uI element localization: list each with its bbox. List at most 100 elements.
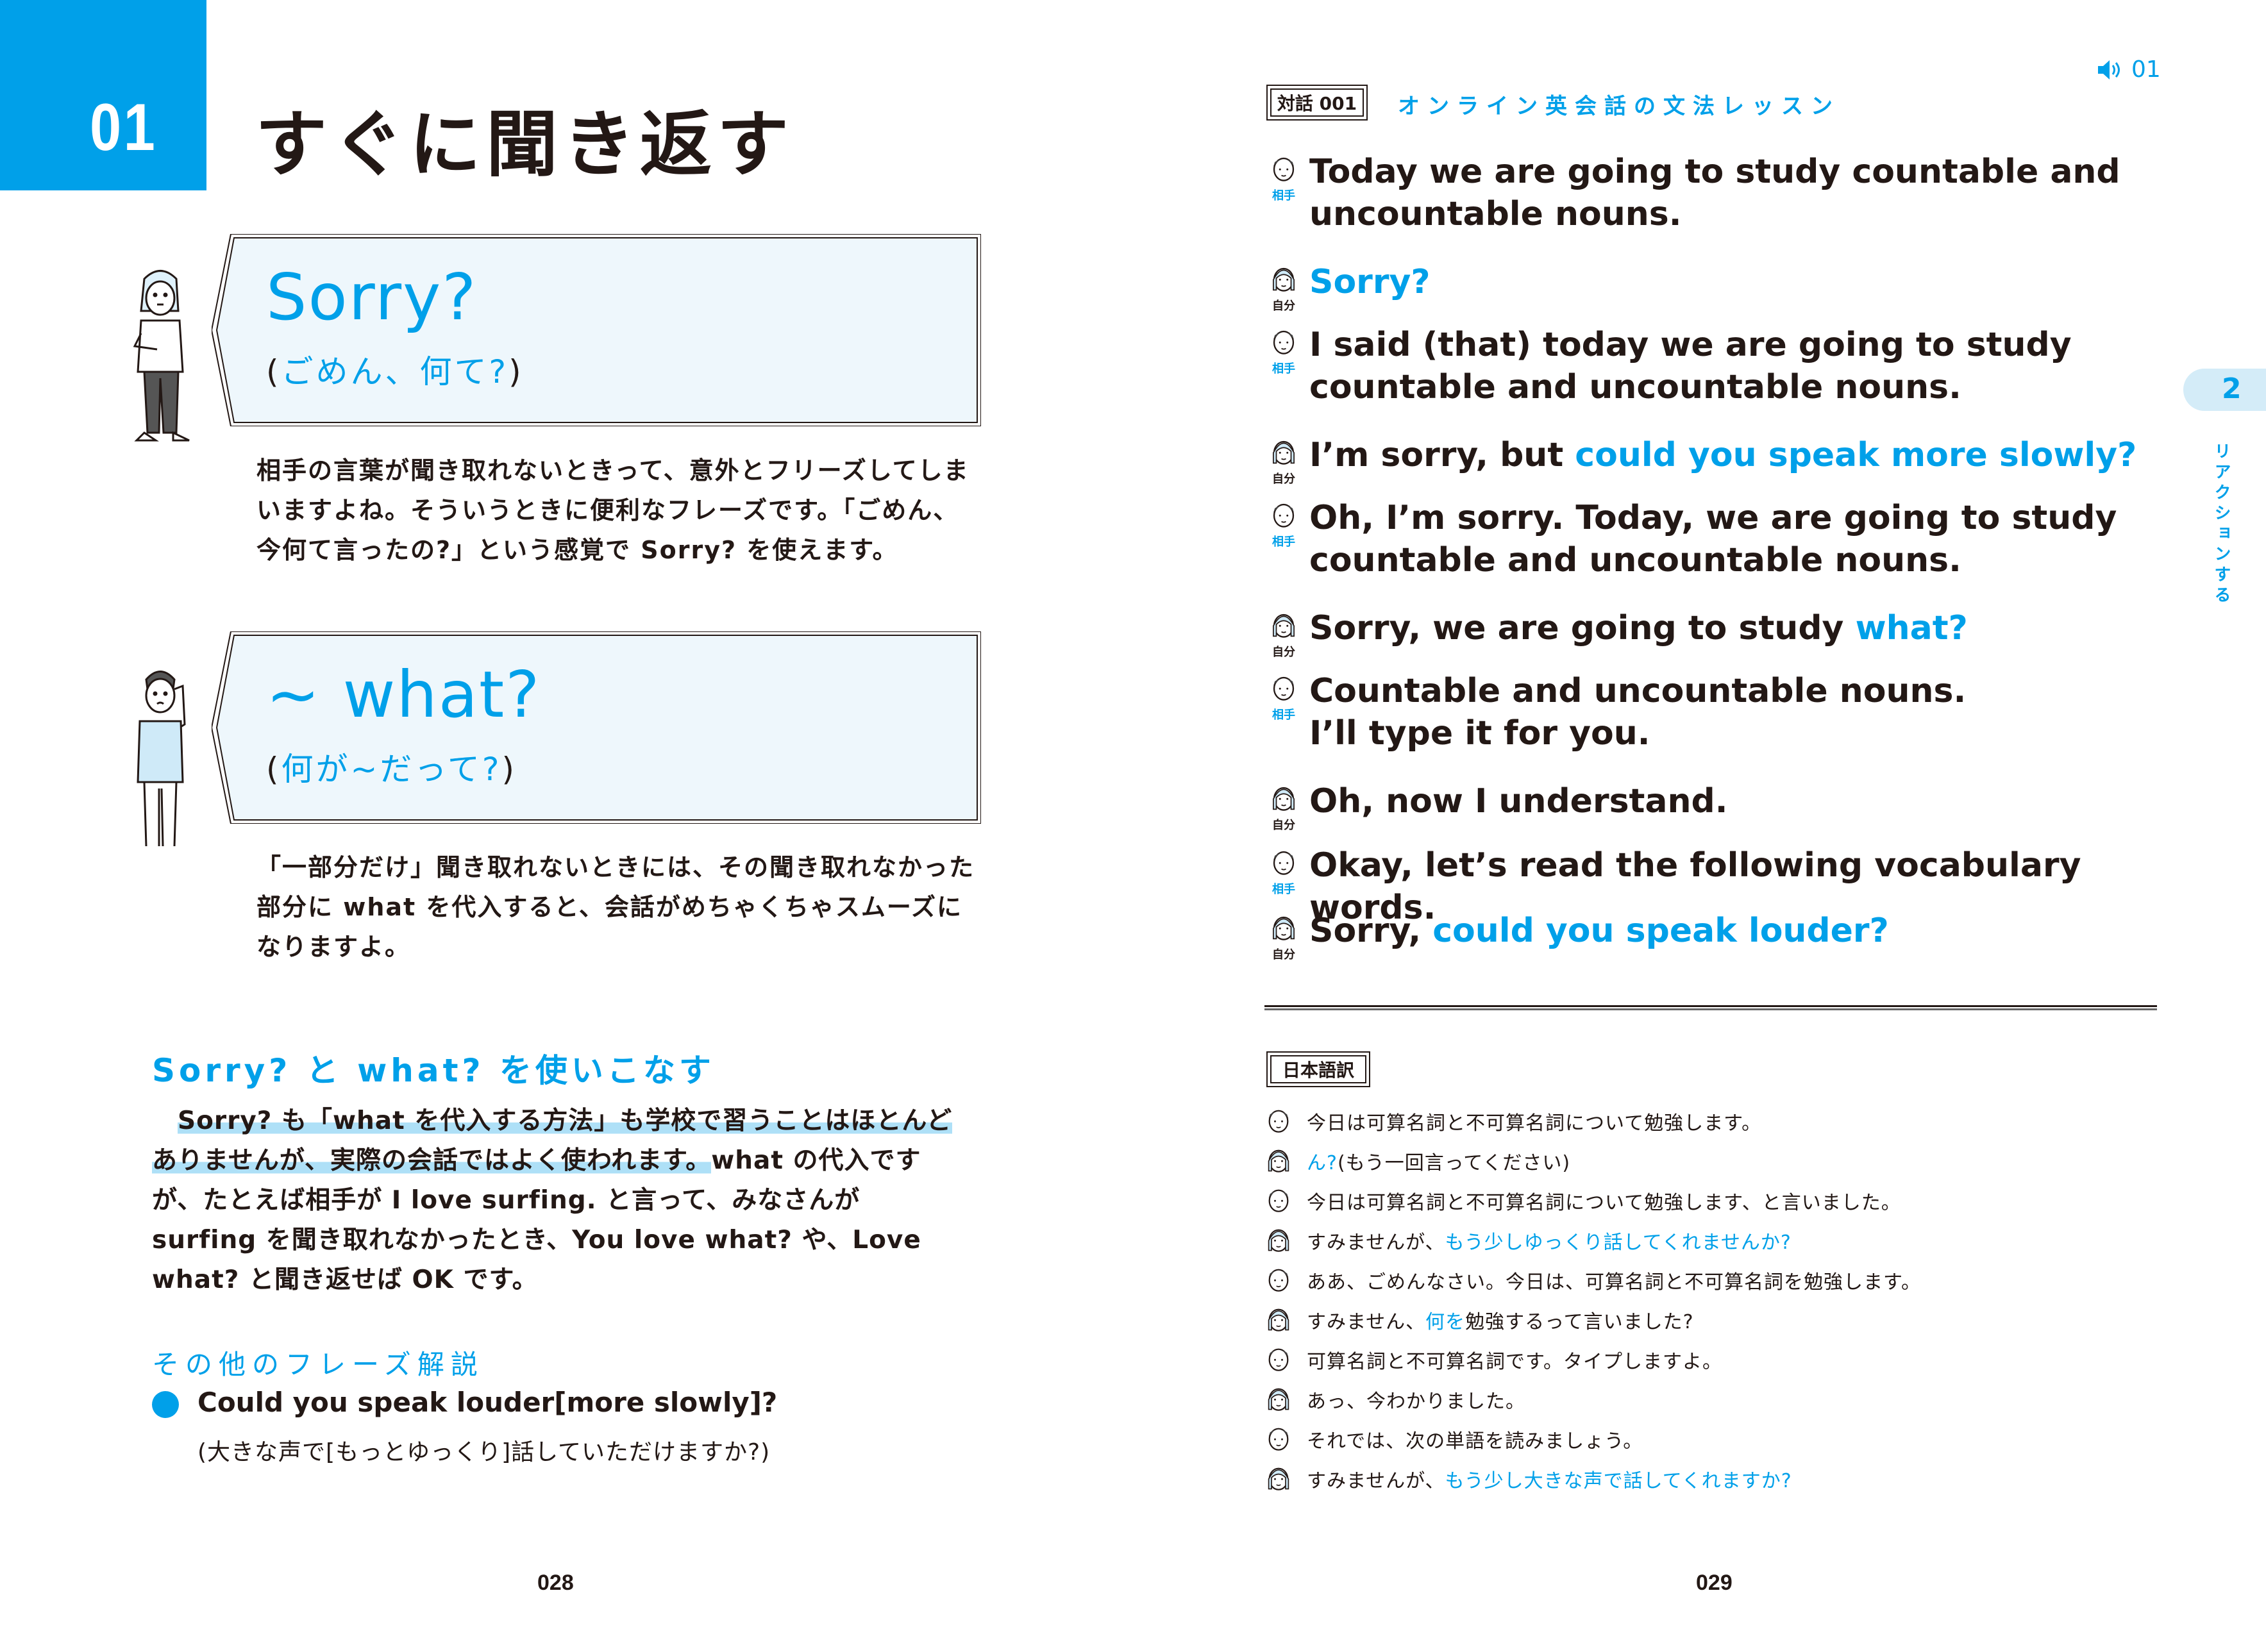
dialog-key-phrase: Sorry? (1309, 263, 1431, 301)
translation-line: 今日は可算名詞と不可算名詞について勉強します、と言いました。 (1264, 1183, 1901, 1218)
translation-plain: (もう一回言ってください) (1337, 1152, 1571, 1174)
phrase-gloss: (ごめん、何て?) (266, 346, 524, 392)
bullet-dot-icon (152, 1391, 179, 1418)
partner-face-icon (1264, 1106, 1293, 1137)
translation-key-phrase: 何を (1425, 1311, 1466, 1333)
partner-face-icon (1264, 1185, 1293, 1216)
partner-face-icon (1269, 847, 1298, 879)
chapter-tab[interactable]: 2 (2183, 369, 2266, 411)
dialog-text: I’m sorry, but could you speak more slow… (1309, 434, 2194, 476)
section-heading: Sorry? と what? を使いこなす (152, 1052, 715, 1089)
dialog-key-phrase: could you speak louder? (1432, 912, 1889, 950)
translation-key-phrase: もう少しゆっくり話してくれませんか? (1445, 1231, 1792, 1254)
partner-avatar: 相手 (1264, 326, 1303, 376)
dialog-text: Sorry, we are going to study what? (1309, 607, 2194, 649)
page-number-left: 028 (537, 1571, 574, 1595)
translation-tag: 日本語訳 (1266, 1051, 1370, 1087)
section-body: Sorry? も「what を代入する方法」も学校で習うことはほとんどありません… (152, 1101, 966, 1300)
dialog-plain: Countable and uncountable nouns. I’ll ty… (1309, 672, 1967, 753)
gloss-text: 何が~だって? (281, 751, 502, 788)
dialog-line: 自分 Sorry? (1264, 261, 2194, 313)
translation-plain: 勉強するって言いました? (1465, 1311, 1694, 1333)
translation-plain: 今日は可算名詞と不可算名詞について勉強します、と言いました。 (1307, 1192, 1901, 1214)
dialog-text: Sorry? (1309, 261, 2194, 303)
dialog-plain: Sorry, (1309, 912, 1433, 950)
dialog-plain: I said (that) today we are going to stud… (1309, 326, 2072, 406)
audio-track[interactable]: 01 (2097, 56, 2161, 83)
self-face-icon (1264, 1146, 1293, 1176)
translation-plain: すみませんが、 (1307, 1470, 1445, 1492)
dialog-plain: Oh, I’m sorry. Today, we are going to st… (1309, 499, 2117, 580)
partner-face-icon (1269, 326, 1298, 358)
gloss-close-paren: ) (508, 353, 524, 390)
dialog-key-phrase: what? (1855, 609, 1968, 647)
gloss-open-paren: ( (266, 751, 281, 788)
self-avatar: 自分 (1264, 912, 1303, 962)
gloss-close-paren: ) (501, 751, 517, 788)
self-avatar: 自分 (1264, 783, 1303, 833)
speaker-role: 相手 (1272, 708, 1295, 722)
phrase-card-sorry: Sorry? (ごめん、何て?) (212, 234, 981, 426)
woman-thinking-icon (122, 263, 199, 449)
translation-line: それでは、次の単語を読みましょう。 (1264, 1422, 1643, 1456)
translation-plain: すみませんが、 (1307, 1231, 1445, 1254)
section-divider (1264, 1005, 2157, 1010)
partner-avatar: 相手 (1264, 847, 1303, 897)
speaker-role: 自分 (1272, 472, 1295, 486)
self-face-icon (1264, 1225, 1293, 1256)
partner-face-icon (1269, 499, 1298, 531)
self-face-icon (1264, 1464, 1293, 1494)
speaker-role: 自分 (1272, 948, 1295, 962)
lesson-number: 01 (90, 90, 158, 165)
self-avatar: 自分 (1264, 610, 1303, 660)
partner-avatar: 相手 (1264, 672, 1303, 722)
self-face-icon (1269, 912, 1298, 944)
dialog-text: Countable and uncountable nouns. I’ll ty… (1309, 670, 2194, 755)
translation-line: 可算名詞と不可算名詞です。タイプしますよ。 (1264, 1342, 1722, 1377)
lesson-number-block: 01 (0, 0, 206, 190)
dialog-text: Today we are going to study countable an… (1309, 151, 2194, 235)
translation-text: ああ、ごめんなさい。今日は、可算名詞と不可算名詞を勉強します。 (1307, 1266, 1921, 1294)
translation-line: すみませんが、もう少しゆっくり話してくれませんか? (1264, 1223, 1792, 1258)
translation-text: すみません、何を勉強するって言いました? (1307, 1306, 1694, 1334)
translation-plain: 今日は可算名詞と不可算名詞について勉強します。 (1307, 1112, 1762, 1135)
partner-avatar: 相手 (1264, 499, 1303, 549)
translation-plain: それでは、次の単語を読みましょう。 (1307, 1430, 1643, 1453)
self-avatar: 自分 (1264, 437, 1303, 487)
translation-key-phrase: もう少し大きな声で話してくれますか? (1445, 1470, 1792, 1492)
partner-face-icon (1269, 672, 1298, 705)
self-face-icon (1264, 1384, 1293, 1415)
dialog-text: Oh, now I understand. (1309, 780, 2194, 822)
dialog-plain: Sorry, we are going to study (1309, 609, 1856, 647)
dialog-tag: 対話 001 (1266, 85, 1368, 121)
translation-plain: ああ、ごめんなさい。今日は、可算名詞と不可算名詞を勉強します。 (1307, 1271, 1921, 1294)
translation-text: すみませんが、もう少し大きな声で話してくれますか? (1307, 1465, 1792, 1493)
translation-text: すみませんが、もう少しゆっくり話してくれませんか? (1307, 1226, 1792, 1255)
partner-face-icon (1264, 1265, 1293, 1296)
dialog-text: Sorry, could you speak louder? (1309, 910, 2194, 952)
translation-text: 今日は可算名詞と不可算名詞について勉強します。 (1307, 1107, 1761, 1135)
translation-key-phrase: ん? (1307, 1152, 1338, 1174)
translation-line: あっ、今わかりました。 (1264, 1382, 1525, 1417)
self-face-icon (1269, 610, 1298, 642)
speaker-role: 自分 (1272, 299, 1295, 313)
self-face-icon (1269, 783, 1298, 815)
partner-face-icon (1264, 1424, 1293, 1455)
self-avatar: 自分 (1264, 263, 1303, 313)
speaker-role: 相手 (1272, 362, 1295, 376)
audio-track-number: 01 (2131, 56, 2161, 83)
dialog-plain: Today we are going to study countable an… (1309, 153, 2120, 233)
chapter-label: リアクションする (2211, 442, 2231, 606)
phrase-card-what: ~ what? (何が~だって?) (212, 631, 981, 824)
phrase-text: Sorry? (266, 260, 478, 335)
phrase-text: ~ what? (266, 657, 541, 732)
translation-line: すみませんが、もう少し大きな声で話してくれますか? (1264, 1462, 1792, 1496)
phrase-explanation: 「一部分だけ」聞き取れないときには、その聞き取れなかった部分に what を代入… (256, 853, 975, 961)
translation-plain: 可算名詞と不可算名詞です。タイプしますよ。 (1307, 1351, 1722, 1373)
translation-text: ん?(もう一回言ってください) (1307, 1147, 1570, 1175)
dialog-text: Oh, I’m sorry. Today, we are going to st… (1309, 497, 2194, 581)
man-cupping-ear-icon (122, 660, 199, 847)
gloss-text: ごめん、何て? (281, 353, 509, 390)
translation-line: ああ、ごめんなさい。今日は、可算名詞と不可算名詞を勉強します。 (1264, 1263, 1921, 1297)
partner-face-icon (1269, 153, 1298, 185)
